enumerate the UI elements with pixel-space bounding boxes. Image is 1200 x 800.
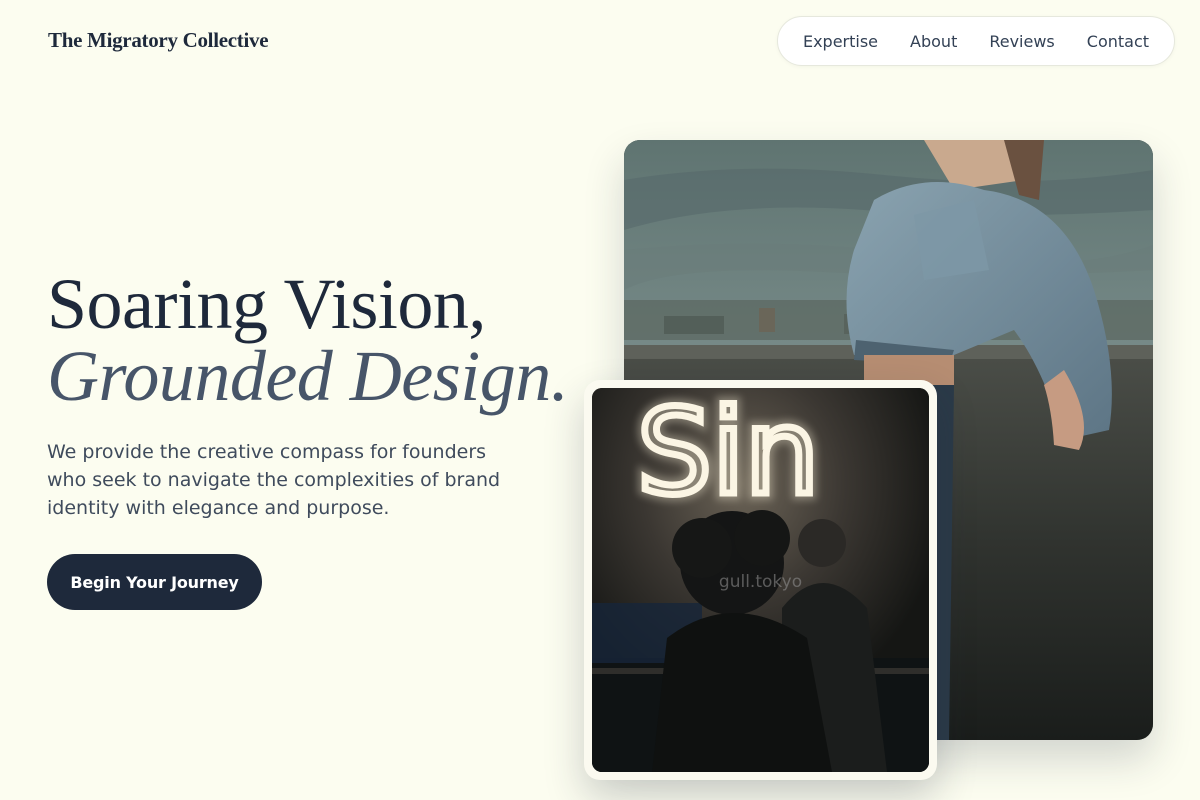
photo-watermark: gull.tokyo — [718, 572, 803, 592]
neon-sign-text: Sin — [637, 388, 819, 521]
nav-item-about[interactable]: About — [910, 32, 957, 51]
nav-item-contact[interactable]: Contact — [1087, 32, 1149, 51]
neon-photo-card: Sin Sin gull.tokyo — [584, 380, 937, 780]
hero-headline-line1: Soaring Vision, — [47, 264, 486, 344]
landing-page: The Migratory Collective Expertise About… — [0, 0, 1200, 800]
neon-photo: Sin Sin gull.tokyo — [592, 388, 929, 772]
brand-logo-text[interactable]: The Migratory Collective — [48, 28, 269, 53]
main-nav: Expertise About Reviews Contact — [777, 16, 1175, 66]
hero-description: We provide the creative compass for foun… — [47, 441, 501, 519]
begin-journey-button[interactable]: Begin Your Journey — [47, 554, 262, 610]
nav-item-reviews[interactable]: Reviews — [989, 32, 1054, 51]
nav-item-expertise[interactable]: Expertise — [803, 32, 878, 51]
hero-headline-line2: Grounded Design. — [47, 336, 569, 416]
hero-headline: Soaring Vision, Grounded Design. — [47, 268, 569, 416]
